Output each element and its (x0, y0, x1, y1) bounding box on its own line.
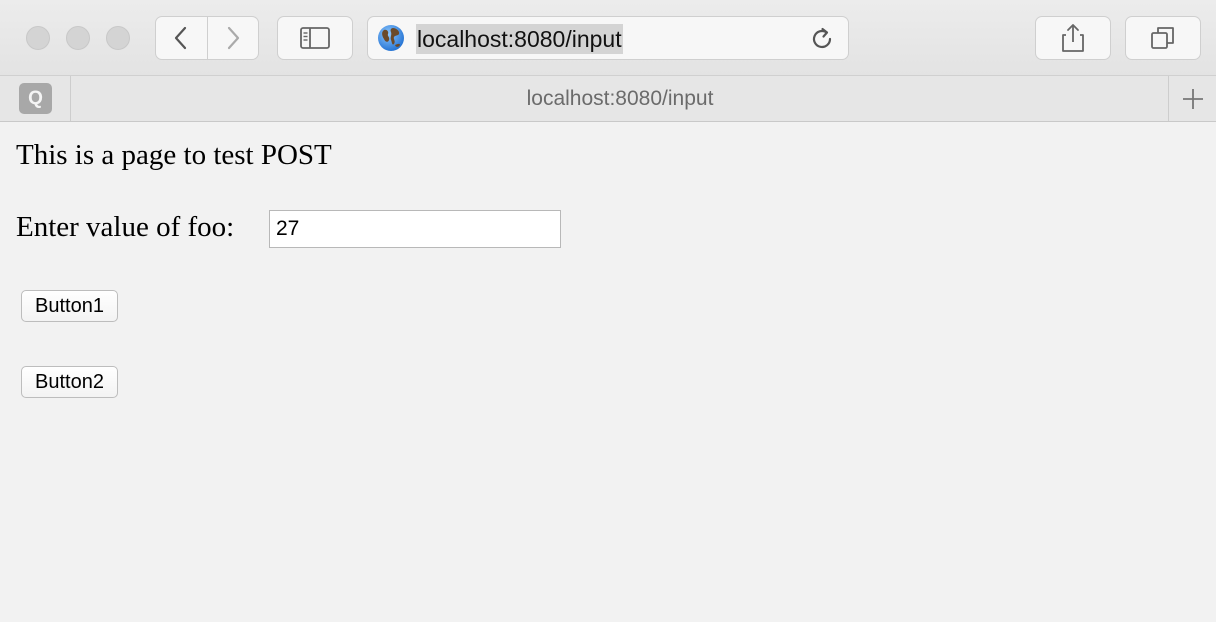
pinned-tab[interactable]: Q (0, 76, 71, 121)
tab-title[interactable]: localhost:8080/input (72, 76, 1168, 121)
tab-bar: Q localhost:8080/input (0, 76, 1216, 122)
q-site-icon[interactable]: Q (19, 83, 52, 114)
share-icon (1062, 24, 1084, 52)
back-button[interactable] (156, 17, 207, 59)
browser-toolbar: localhost:8080/input (0, 0, 1216, 76)
reload-icon[interactable] (808, 25, 836, 53)
show-all-tabs-button[interactable] (1125, 16, 1201, 60)
navigation-buttons (155, 16, 259, 60)
new-tab-button[interactable] (1168, 76, 1216, 121)
forward-button[interactable] (206, 17, 259, 59)
tabs-overview-icon (1151, 27, 1174, 49)
globe-icon (378, 25, 404, 51)
page-heading: This is a page to test POST (16, 139, 332, 171)
share-button[interactable] (1035, 16, 1111, 60)
chevron-left-icon (175, 26, 187, 50)
minimize-window-button[interactable] (66, 26, 90, 50)
address-bar[interactable]: localhost:8080/input (367, 16, 849, 60)
url-text[interactable]: localhost:8080/input (416, 24, 623, 54)
sidebar-icon (300, 27, 330, 49)
foo-input[interactable] (269, 210, 561, 248)
sidebar-toggle-button[interactable] (277, 16, 353, 60)
button1[interactable]: Button1 (21, 290, 118, 322)
plus-icon (1182, 88, 1203, 109)
page-content: This is a page to test POST Enter value … (0, 122, 1216, 622)
foo-label: Enter value of foo: (16, 211, 235, 243)
chevron-right-icon (227, 26, 239, 50)
close-window-button[interactable] (26, 26, 50, 50)
browser-window: localhost:8080/input Q localhost:8080/in… (0, 0, 1216, 622)
button2[interactable]: Button2 (21, 366, 118, 398)
zoom-window-button[interactable] (106, 26, 130, 50)
